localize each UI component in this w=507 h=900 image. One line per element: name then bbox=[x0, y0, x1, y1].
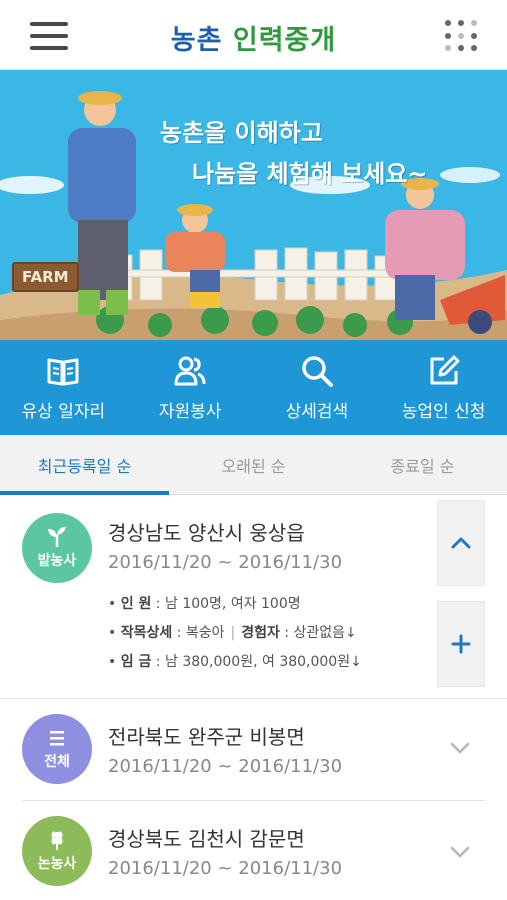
plus-icon bbox=[451, 634, 471, 654]
menu-paid-jobs[interactable]: 유상 일자리 bbox=[0, 340, 127, 435]
listing-title: 경상남도 양산시 웅상읍 bbox=[108, 521, 305, 545]
badge-label: 전체 bbox=[44, 754, 70, 770]
menu-lines-icon bbox=[50, 731, 64, 746]
promo-banner[interactable]: FARM 농촌을 이해하고 나눔을 체험해 보세요~ bbox=[0, 70, 507, 340]
detail-wage: • 임 금 : 남 380,000원, 여 380,000원↓ bbox=[108, 654, 362, 670]
list-item[interactable]: 논농사 경상북도 김천시 감문면 2016/11/20 ~ 2016/11/30 bbox=[0, 801, 507, 900]
listing-title: 전라북도 완주군 비봉면 bbox=[108, 725, 305, 749]
badge-label: 밭농사 bbox=[37, 553, 77, 569]
banner-line1: 농촌을 이해하고 bbox=[160, 119, 323, 147]
people-icon bbox=[174, 356, 206, 386]
logo-text-part1: 농촌 bbox=[170, 25, 223, 56]
menu-label: 유상 일자리 bbox=[21, 402, 106, 422]
main-menu-bar: 유상 일자리 자원봉사 상세검색 농업인 신청 bbox=[0, 340, 507, 435]
detail-value: 남 100명, 여자 100명 bbox=[164, 596, 301, 612]
detail-crop: • 작목상세 : 복숭아 | 경험자 : 상관없음↓ bbox=[108, 625, 357, 641]
category-badge: 전체 bbox=[22, 714, 92, 784]
sort-tabs: 최근등록일 순 오래된 순 종료일 순 bbox=[0, 435, 507, 495]
banner-headline: 농촌을 이해하고 나눔을 체험해 보세요~ bbox=[160, 113, 428, 189]
rice-icon bbox=[51, 831, 63, 850]
farm-sign: FARM bbox=[12, 262, 79, 292]
detail-label: 경험자 bbox=[241, 625, 280, 641]
menu-label: 자원봉사 bbox=[158, 402, 222, 422]
listing-date: 2016/11/20 ~ 2016/11/30 bbox=[108, 552, 343, 573]
apps-grid-icon[interactable] bbox=[445, 20, 477, 52]
detail-label: 인 원 bbox=[120, 596, 152, 612]
detail-value: 남 380,000원, 여 380,000원 bbox=[164, 654, 351, 670]
list-item[interactable]: 전체 전라북도 완주군 비봉면 2016/11/20 ~ 2016/11/30 bbox=[0, 699, 507, 799]
chevron-up-icon bbox=[451, 537, 471, 549]
detail-label: 작목상세 bbox=[120, 625, 173, 641]
detail-label: 임 금 bbox=[120, 654, 152, 670]
banner-illustration bbox=[0, 91, 507, 340]
separator: | bbox=[230, 625, 236, 641]
badge-label: 논농사 bbox=[37, 856, 77, 872]
search-icon bbox=[302, 356, 333, 387]
detail-personnel: • 인 원 : 남 100명, 여자 100명 bbox=[108, 596, 301, 612]
category-badge: 논농사 bbox=[22, 816, 92, 886]
menu-label: 상세검색 bbox=[285, 402, 349, 422]
tab-recent[interactable]: 최근등록일 순 bbox=[0, 435, 169, 495]
app-header: 농촌 인력중개 bbox=[0, 0, 507, 70]
category-badge: 밭농사 bbox=[22, 513, 92, 583]
sprout-icon bbox=[48, 527, 66, 547]
app-logo[interactable]: 농촌 인력중개 bbox=[0, 18, 507, 57]
tab-oldest[interactable]: 오래된 순 bbox=[169, 435, 338, 494]
listing-details: • 인 원 : 남 100명, 여자 100명 • 작목상세 : 복숭아 | 경험자… bbox=[108, 590, 362, 677]
logo-text-part2: 인력중개 bbox=[232, 25, 337, 56]
menu-label: 농업인 신청 bbox=[401, 402, 486, 422]
edit-icon bbox=[430, 355, 460, 385]
banner-line2: 나눔을 체험해 보세요~ bbox=[192, 160, 428, 188]
listing-date: 2016/11/20 ~ 2016/11/30 bbox=[108, 756, 343, 777]
collapse-button[interactable] bbox=[437, 500, 485, 586]
tab-end-date[interactable]: 종료일 순 bbox=[338, 435, 507, 494]
add-button[interactable] bbox=[437, 601, 485, 687]
detail-value: 복숭아 bbox=[185, 625, 225, 641]
menu-farmer-apply[interactable]: 농업인 신청 bbox=[380, 340, 507, 435]
list-item[interactable]: 밭농사 경상남도 양산시 웅상읍 2016/11/20 ~ 2016/11/30… bbox=[0, 495, 507, 698]
book-icon bbox=[47, 358, 79, 386]
listing-title: 경상북도 김천시 감문면 bbox=[108, 827, 305, 851]
menu-volunteer[interactable]: 자원봉사 bbox=[127, 340, 254, 435]
chevron-down-icon[interactable] bbox=[449, 737, 471, 759]
menu-detailed-search[interactable]: 상세검색 bbox=[254, 340, 381, 435]
chevron-down-icon[interactable] bbox=[449, 841, 471, 863]
listing-date: 2016/11/20 ~ 2016/11/30 bbox=[108, 858, 343, 879]
detail-value: 상관없음 bbox=[293, 625, 346, 641]
